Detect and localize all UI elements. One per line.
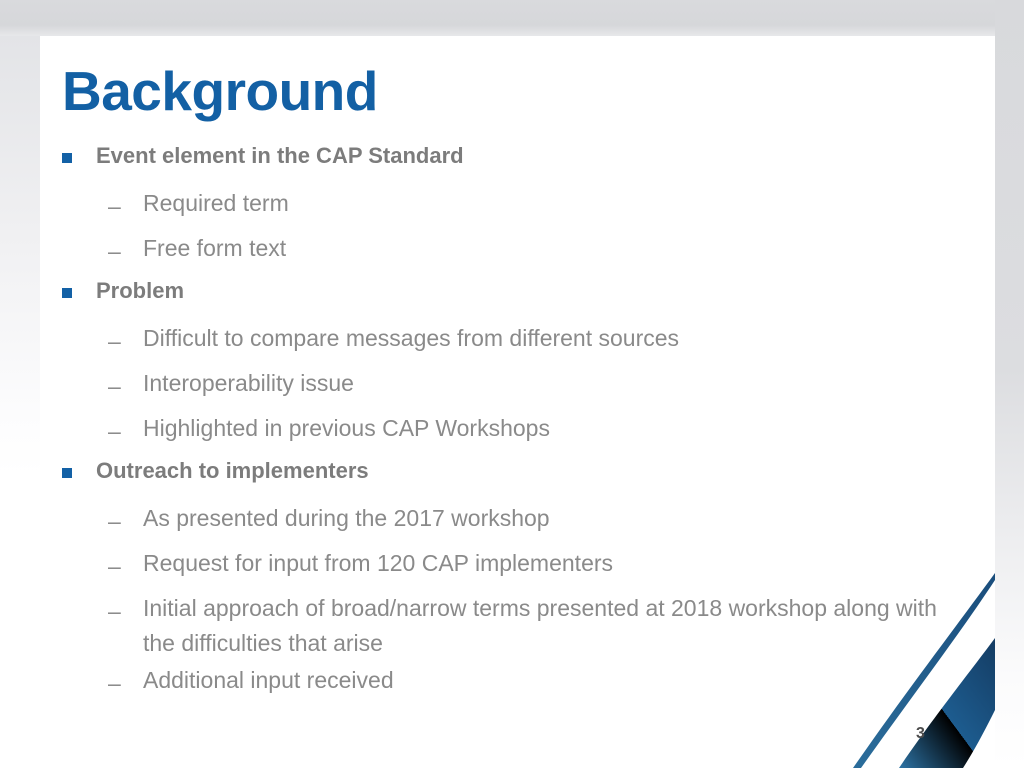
bullet-item-level-2: – Initial approach of broad/narrow terms … [40, 589, 970, 661]
bullet-text: Difficult to compare messages from diffe… [143, 325, 680, 351]
bullet-text: Outreach to implementers [96, 458, 369, 483]
bullet-item-level-1: Problem [40, 274, 970, 319]
bullet-text: Highlighted in previous CAP Workshops [143, 415, 550, 441]
bullet-item-level-2: – Required term [40, 184, 970, 229]
bullet-text: Free form text [143, 235, 287, 261]
bullet-text: Problem [96, 278, 185, 303]
dash-bullet-icon: – [108, 508, 121, 534]
square-bullet-icon [62, 153, 72, 163]
bullet-item-level-1: Event element in the CAP Standard [40, 139, 970, 184]
bullet-text: Interoperability issue [143, 370, 354, 396]
dash-bullet-icon: – [108, 670, 121, 696]
page-number: 3 [916, 725, 925, 742]
page-title: Background [62, 60, 378, 122]
bullet-text: As presented during the 2017 workshop [143, 505, 550, 531]
bullet-item-level-2: – As presented during the 2017 workshop [40, 499, 970, 544]
bullet-item-level-2: – Highlighted in previous CAP Workshops [40, 409, 970, 454]
dash-bullet-icon: – [108, 553, 121, 579]
bullet-text: Initial approach of broad/narrow terms p… [143, 595, 937, 656]
slide-viewport: Background Event element in the CAP Stan… [0, 0, 1024, 768]
bullet-item-level-2: – Interoperability issue [40, 364, 970, 409]
slide-body-bullet-list: Event element in the CAP Standard – Requir… [40, 139, 970, 706]
bullet-item-level-2: – Request for input from 120 CAP implemen… [40, 544, 970, 589]
dash-bullet-icon: – [108, 328, 121, 354]
bullet-item-level-2: – Difficult to compare messages from diff… [40, 319, 970, 364]
dash-bullet-icon: – [108, 373, 121, 399]
bullet-item-level-2: – Additional input received [40, 661, 970, 706]
bullet-item-level-2: – Free form text [40, 229, 970, 274]
bullet-text: Event element in the CAP Standard [96, 143, 464, 168]
dash-bullet-icon: – [108, 238, 121, 264]
bullet-text: Required term [143, 190, 289, 216]
square-bullet-icon [62, 288, 72, 298]
presentation-slide: Background Event element in the CAP Stan… [40, 36, 995, 768]
dash-bullet-icon: – [108, 598, 121, 624]
dash-bullet-icon: – [108, 418, 121, 444]
square-bullet-icon [62, 468, 72, 478]
bullet-text: Additional input received [143, 667, 394, 693]
bullet-text: Request for input from 120 CAP implement… [143, 550, 614, 576]
slide-surround-top [0, 0, 1024, 36]
dash-bullet-icon: – [108, 193, 121, 219]
bullet-item-level-1: Outreach to implementers [40, 454, 970, 499]
slide-surround-left [0, 36, 40, 476]
slide-surround-right [995, 0, 1024, 768]
